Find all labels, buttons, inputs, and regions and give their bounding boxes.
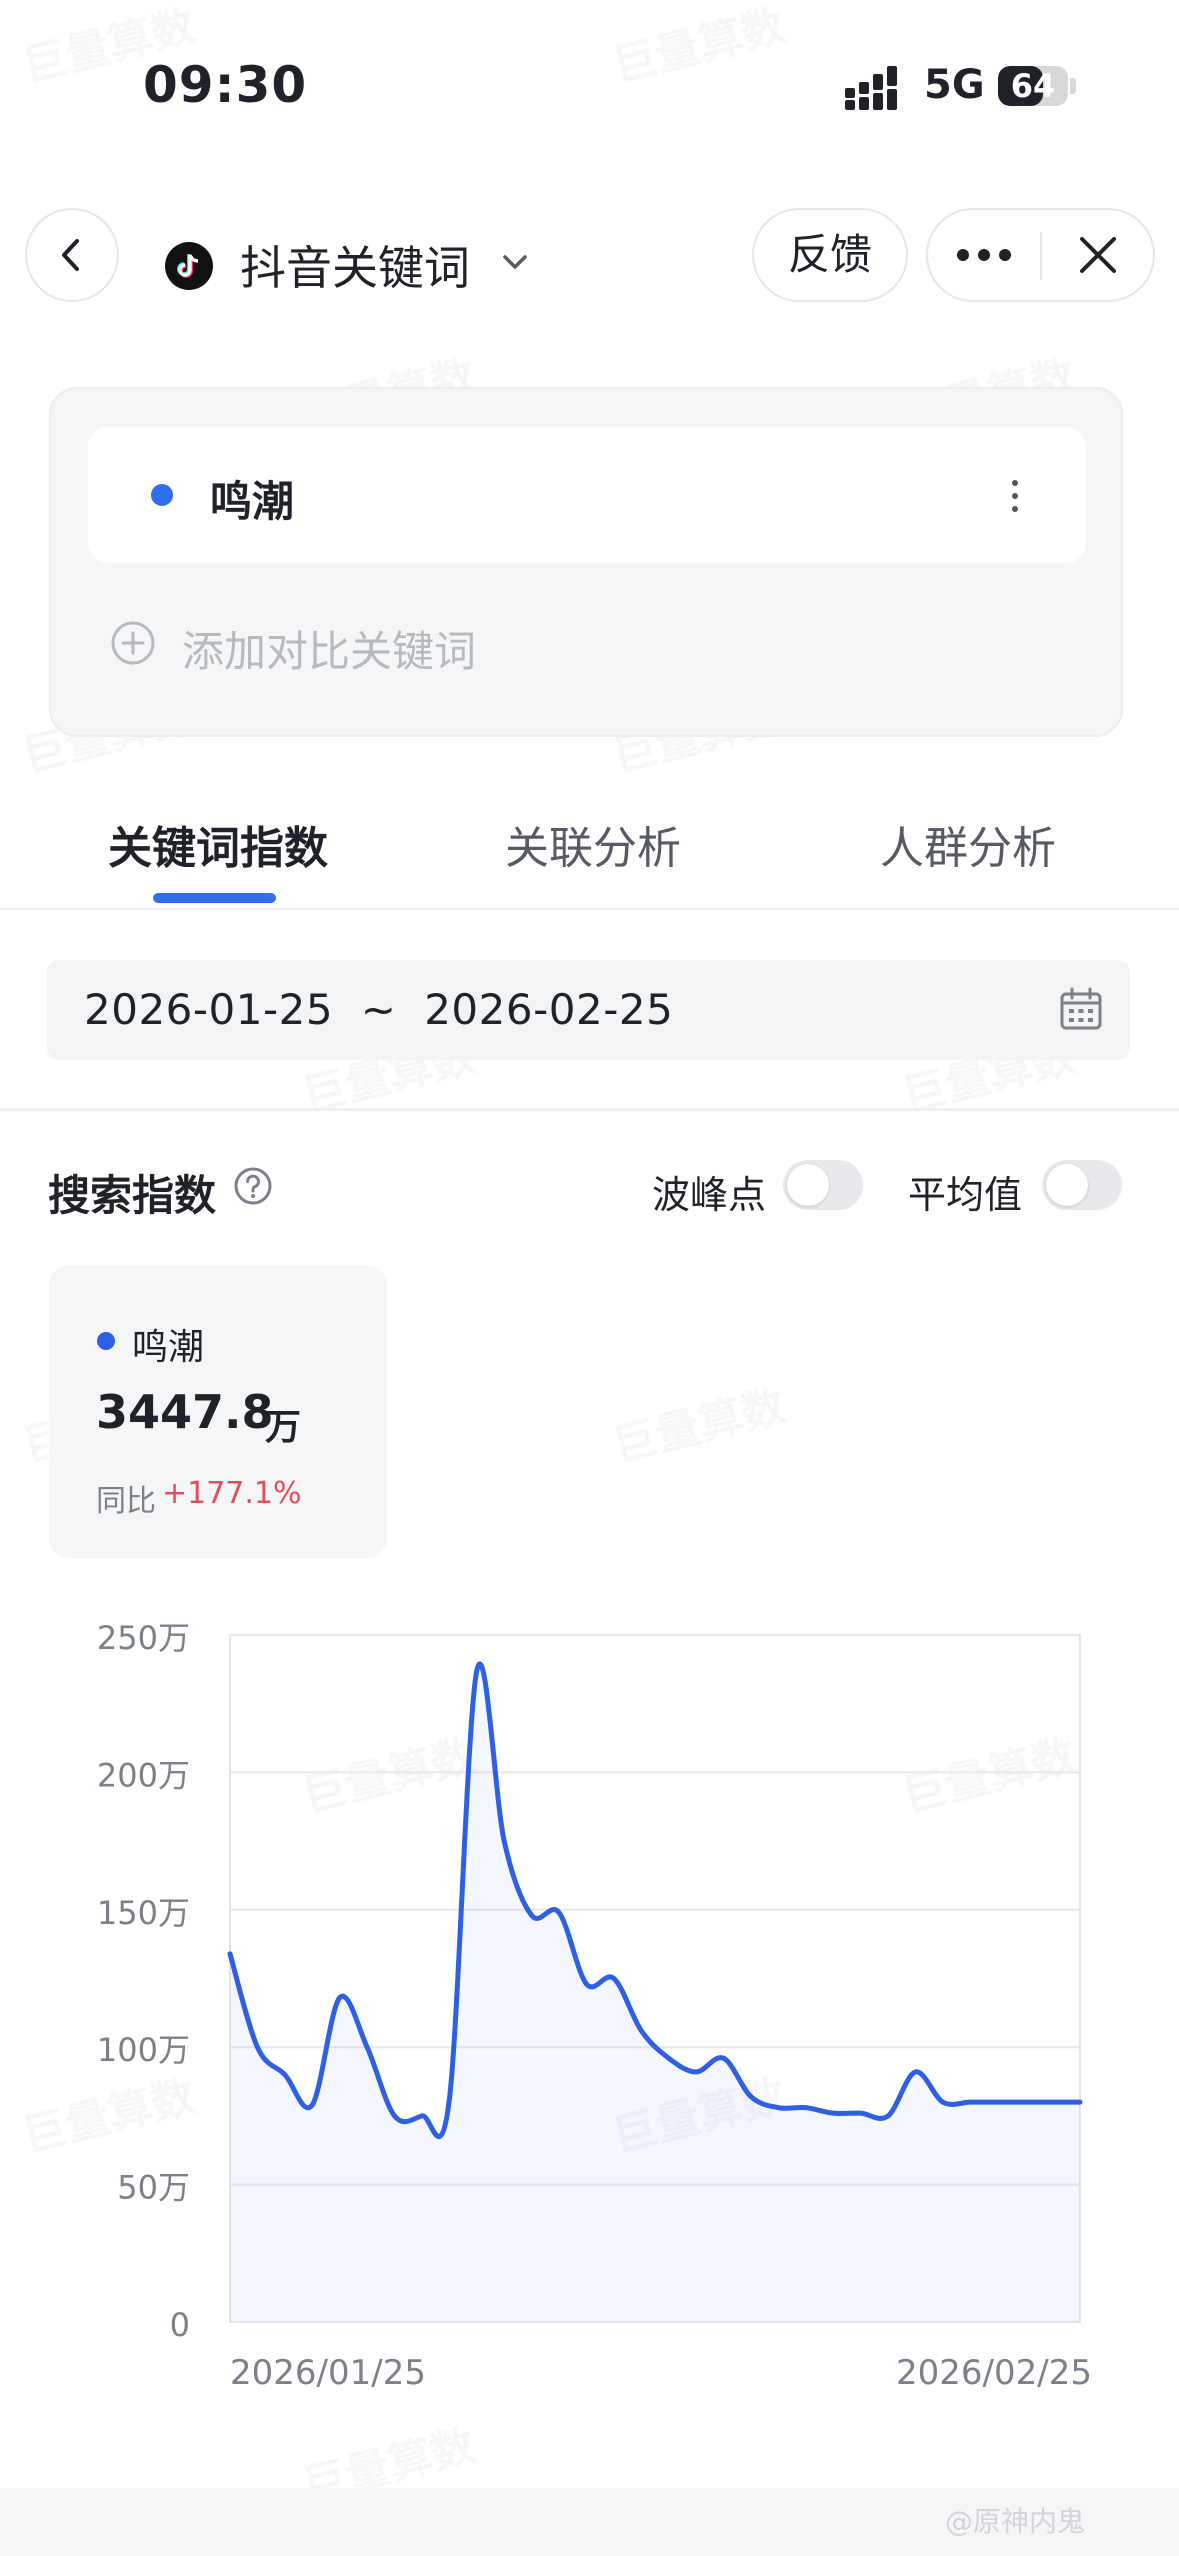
summary-value: 3447.8 <box>96 1385 274 1439</box>
tab-keyword-index[interactable]: 关键词指数 <box>108 812 328 876</box>
douyin-logo-icon <box>165 242 213 290</box>
battery-icon: 64 <box>998 66 1068 106</box>
signal-icon <box>845 66 897 110</box>
date-range-text: 2026-01-25 ~ 2026-02-25 <box>84 985 673 1034</box>
footer-watermark: @原神内鬼 <box>945 2505 1086 2538</box>
x-tick-label: 2026/02/25 <box>896 2353 1092 2393</box>
more-button[interactable] <box>928 210 1040 300</box>
help-icon[interactable] <box>233 1166 273 1206</box>
battery-cap <box>1070 78 1076 94</box>
date-start: 2026-01-25 <box>84 985 334 1034</box>
toggle-knob <box>787 1164 829 1206</box>
chevron-left-icon <box>62 239 79 271</box>
yoy-value: +177.1% <box>162 1476 302 1511</box>
close-icon <box>1080 237 1116 273</box>
calendar-icon[interactable] <box>1058 986 1104 1032</box>
divider <box>0 908 1179 910</box>
miniapp-capsule <box>926 208 1155 302</box>
battery-level: 64 <box>1010 67 1056 105</box>
keyword-color-dot <box>151 484 173 506</box>
y-tick-label: 100万 <box>97 2031 190 2069</box>
toggle-knob <box>1046 1164 1088 1206</box>
date-end: 2026-02-25 <box>424 985 674 1034</box>
active-tab-indicator <box>153 893 276 903</box>
y-tick-label: 0 <box>170 2306 190 2344</box>
peak-toggle-label: 波峰点 <box>652 1173 767 1217</box>
close-button[interactable] <box>1042 210 1154 300</box>
feedback-button[interactable]: 反馈 <box>752 208 908 302</box>
section-title: 搜索指数 <box>48 1171 217 1220</box>
yoy-label: 同比 <box>96 1484 156 1519</box>
x-tick-label: 2026/01/25 <box>230 2353 426 2393</box>
y-tick-label: 150万 <box>97 1894 190 1932</box>
keyword-more-icon[interactable] <box>1000 468 1030 524</box>
summary-keyword: 鸣潮 <box>132 1327 205 1368</box>
average-toggle-label: 平均值 <box>908 1173 1023 1217</box>
chevron-down-icon[interactable] <box>495 242 535 282</box>
peak-toggle[interactable] <box>783 1160 863 1210</box>
keyword-name: 鸣潮 <box>210 477 295 526</box>
add-compare-keyword[interactable]: 添加对比关键词 <box>182 618 476 679</box>
network-label: 5G <box>924 62 985 108</box>
summary-unit: 万 <box>265 1407 302 1448</box>
add-circle-icon[interactable] <box>110 620 156 666</box>
date-separator: ~ <box>360 985 397 1034</box>
divider <box>0 1108 1179 1111</box>
y-tick-label: 250万 <box>97 1619 190 1657</box>
y-tick-label: 200万 <box>97 1756 190 1794</box>
watermark: 巨量算数 <box>607 0 791 93</box>
y-tick-label: 50万 <box>117 2169 190 2207</box>
back-button[interactable] <box>25 208 119 302</box>
search-index-chart: 250万 200万 150万 100万 50万 0 2026/01/25 2026/02/25 <box>97 1619 1092 2393</box>
page-title[interactable]: 抖音关键词 <box>240 232 470 298</box>
more-dots-icon <box>957 249 1011 261</box>
series-area <box>230 1663 1080 2322</box>
watermark: 巨量算数 <box>607 1380 791 1473</box>
status-time: 09:30 <box>143 56 308 114</box>
tab-audience-analysis[interactable]: 人群分析 <box>880 812 1056 876</box>
average-toggle[interactable] <box>1042 1160 1122 1210</box>
series-color-dot <box>97 1332 115 1350</box>
tab-related-analysis[interactable]: 关联分析 <box>505 812 681 876</box>
